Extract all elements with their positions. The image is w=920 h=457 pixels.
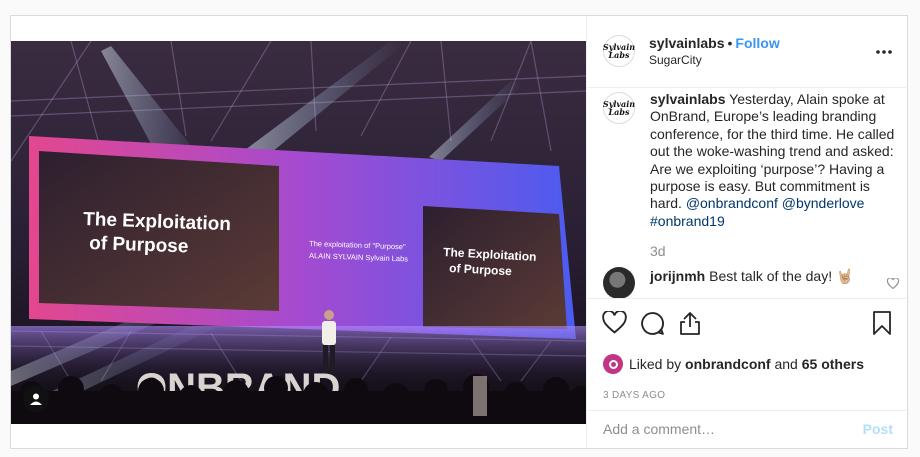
post-header: Sylvain Labs sylvainlabs • Follow SugarCit… [587,16,908,88]
caption-username[interactable]: sylvainlabs [650,91,726,107]
post-photo[interactable]: The Exploitation of Purpose The exploita… [11,41,586,424]
username-link[interactable]: sylvainlabs [649,35,725,51]
save-bookmark-icon[interactable] [872,311,892,340]
post-comment-button[interactable]: Post [863,421,893,437]
avatar-logo-text: Sylvain Labs [602,42,636,60]
caption-time: 3d [650,243,666,259]
follow-button[interactable]: Follow [735,35,779,51]
comments-section: Sylvain Labs sylvainlabs Yesterday, Alai… [587,88,909,299]
comment-bubble-icon[interactable] [640,311,665,341]
comment-text: Best talk of the day! 🤘🏼 [709,268,854,284]
comment-like-icon[interactable] [886,276,900,294]
comment-username[interactable]: jorijnmh [650,268,705,284]
share-icon[interactable] [678,311,702,341]
likes-prefix: Liked by [629,356,682,372]
caption-avatar-logo-text: Sylvain Labs [602,99,636,117]
caption-text: Yesterday, Alain spoke at OnBrand, Europ… [650,91,895,212]
commenter-avatar[interactable] [603,267,635,299]
tagged-user-icon[interactable] [23,386,49,412]
post-date: 3 DAYS AGO [603,390,666,401]
account-avatar[interactable]: Sylvain Labs [603,35,635,67]
liker-username[interactable]: onbrandconf [685,356,771,372]
post-side-panel: Sylvain Labs sylvainlabs • Follow SugarCit… [586,16,909,448]
stage-photo-illustration: The Exploitation of Purpose The exploita… [11,41,586,424]
separator-dot: • [727,35,733,51]
add-comment-input[interactable] [603,421,833,437]
caption-tag[interactable]: @bynderlove [782,195,865,211]
caption-avatar[interactable]: Sylvain Labs [603,92,635,124]
caption-tag[interactable]: @onbrandconf [686,195,778,211]
likes-and: and [774,356,798,372]
add-comment-bar: Post [587,410,909,448]
likes-others[interactable]: 65 others [802,356,864,372]
actions-section: Liked by onbrandconf and 65 others 3 DAY… [587,298,909,410]
post-card: The Exploitation of Purpose The exploita… [10,15,909,449]
more-options-icon[interactable] [876,40,892,54]
header-user: sylvainlabs • Follow [649,35,780,53]
liker-avatar[interactable] [603,354,623,374]
post-caption: sylvainlabs Yesterday, Alain spoke at On… [650,91,898,230]
likes-summary: Liked by onbrandconf and 65 others [603,354,864,374]
location-link[interactable]: SugarCity [649,53,702,67]
comment: jorijnmh Best talk of the day! 🤘🏼 [650,268,853,285]
caption-tag[interactable]: #onbrand19 [650,213,725,229]
screen-left-line2: of Purpose [89,233,189,257]
like-heart-icon[interactable] [602,309,627,339]
